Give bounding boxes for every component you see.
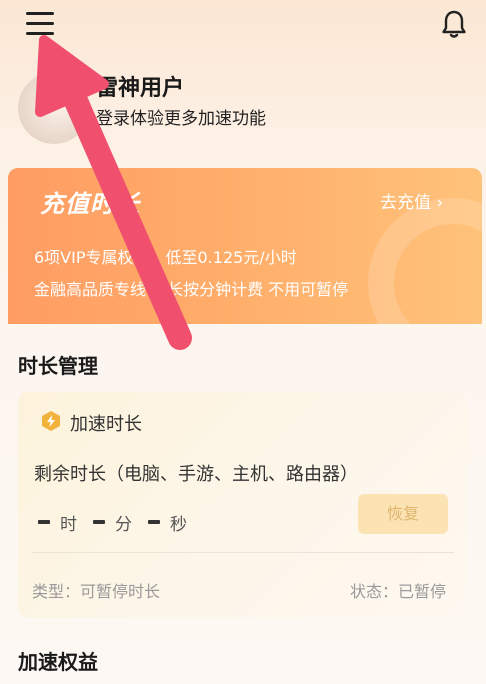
hours-placeholder: [38, 520, 50, 524]
recharge-billing-text: 金融高品质专线 时长按分钟计费 不用可暂停: [34, 280, 349, 299]
decorative-ring: [368, 198, 482, 324]
menu-icon[interactable]: [26, 10, 56, 38]
duration-status: 状态：已暂停: [349, 582, 446, 601]
benefits-section-title: 加速权益: [18, 650, 98, 674]
recharge-card[interactable]: 充值时长 去充值 › 6项VIP专属权益，低至0.125元/小时 金融高品质专线…: [8, 168, 482, 324]
seconds-placeholder: [148, 520, 160, 524]
avatar[interactable]: [18, 72, 90, 144]
login-tip[interactable]: 登录体验更多加速功能: [96, 104, 266, 129]
duration-type: 类型：可暂停时长: [32, 582, 161, 601]
hours-unit: 时: [60, 514, 77, 535]
accel-duration-title: 加速时长: [70, 414, 142, 435]
bell-icon[interactable]: [438, 8, 470, 40]
remaining-time-value: 时 分 秒: [34, 508, 199, 536]
accel-duration-card: 加速时长 剩余时长（电脑、手游、主机、路由器） 时 分 秒 恢复 类型：可暂停时…: [18, 392, 468, 618]
lightning-hexagon-icon: [42, 411, 60, 431]
seconds-unit: 秒: [170, 514, 187, 535]
profile-section[interactable]: 雷神用户 登录体验更多加速功能: [0, 60, 486, 144]
divider: [32, 552, 454, 553]
remaining-time-label: 剩余时长（电脑、手游、主机、路由器）: [34, 464, 358, 485]
username: 雷神用户: [96, 76, 185, 101]
top-bar: [0, 0, 486, 50]
go-recharge-link[interactable]: 去充值 ›: [380, 188, 443, 213]
restore-button[interactable]: 恢复: [358, 494, 448, 534]
recharge-title: 充值时长: [40, 190, 140, 218]
minutes-placeholder: [93, 520, 105, 524]
duration-section-title: 时长管理: [18, 354, 98, 378]
minutes-unit: 分: [115, 514, 132, 535]
recharge-benefits-text: 6项VIP专属权益，低至0.125元/小时: [34, 248, 297, 267]
